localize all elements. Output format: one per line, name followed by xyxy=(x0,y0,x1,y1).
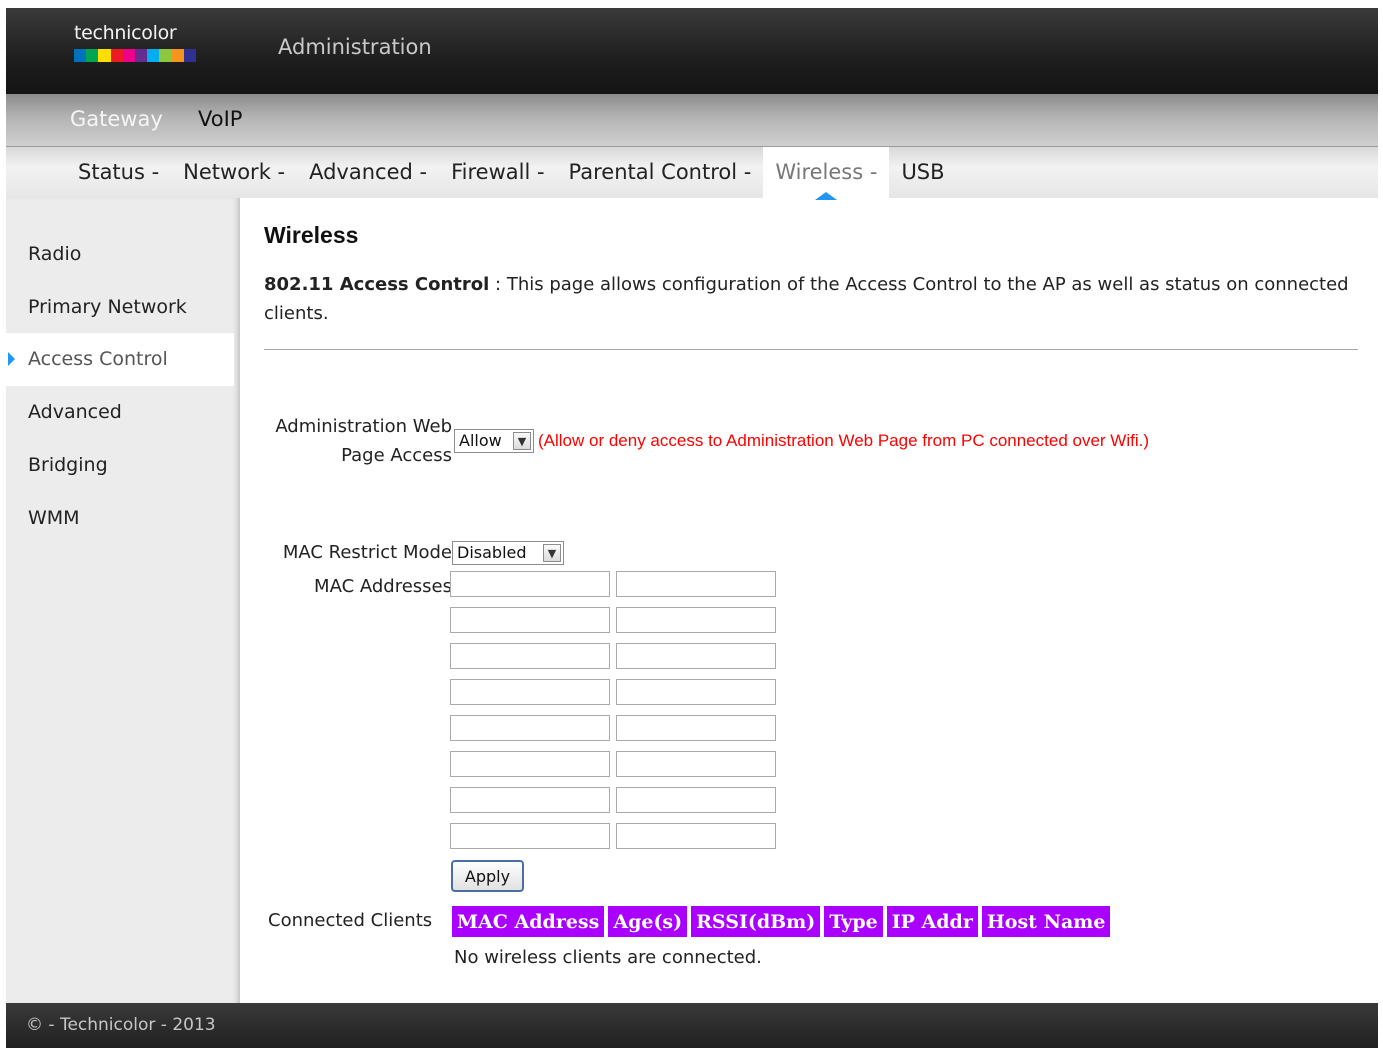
footer: © - Technicolor - 2013 xyxy=(6,1003,1378,1048)
mac-address-input[interactable] xyxy=(616,823,776,849)
tab-parental-control[interactable]: Parental Control - xyxy=(557,147,764,199)
mac-addresses-label: MAC Addresses xyxy=(314,576,452,597)
tab-wireless[interactable]: Wireless - xyxy=(763,147,890,200)
logo-color-segment xyxy=(110,49,123,62)
active-item-arrow-icon xyxy=(8,352,15,366)
sub-nav: Status - Network - Advanced - Firewall -… xyxy=(6,146,1378,200)
mac-address-input[interactable] xyxy=(616,643,776,669)
main-content: Wireless 802.11 Access Control : This pa… xyxy=(264,198,1364,1003)
mac-address-input[interactable] xyxy=(450,607,610,633)
mac-address-input[interactable] xyxy=(616,679,776,705)
technicolor-logo: technicolor xyxy=(74,22,197,62)
column-header-type: Type xyxy=(824,906,883,937)
tab-advanced[interactable]: Advanced - xyxy=(297,147,439,199)
page-title: Wireless xyxy=(264,222,359,248)
no-clients-message: No wireless clients are connected. xyxy=(454,947,762,968)
logo-color-segment xyxy=(183,49,197,62)
top-nav-gateway[interactable]: Gateway xyxy=(70,107,163,131)
sidebar-item-primary-network[interactable]: Primary Network xyxy=(6,281,234,334)
mac-address-input[interactable] xyxy=(616,751,776,777)
mac-address-input[interactable] xyxy=(616,571,776,597)
sidebar-item-access-control[interactable]: Access Control xyxy=(6,333,234,386)
chevron-down-icon[interactable]: ▼ xyxy=(513,432,531,450)
chevron-down-icon[interactable]: ▼ xyxy=(543,544,561,562)
mac-address-input[interactable] xyxy=(450,679,610,705)
divider xyxy=(264,349,1358,350)
admin-access-value: Allow xyxy=(459,431,502,450)
header-bar: technicolor Administration xyxy=(6,8,1378,94)
tab-network[interactable]: Network - xyxy=(171,147,297,199)
tab-usb[interactable]: USB xyxy=(889,147,956,199)
tab-wireless-label: Wireless - xyxy=(775,160,878,184)
admin-access-hint: (Allow or deny access to Administration … xyxy=(538,431,1149,450)
top-nav-voip[interactable]: VoIP xyxy=(198,107,242,131)
logo-color-segment xyxy=(86,49,99,62)
page-description: 802.11 Access Control : This page allows… xyxy=(264,270,1362,328)
mac-address-input[interactable] xyxy=(450,571,610,597)
tab-firewall[interactable]: Firewall - xyxy=(439,147,556,199)
logo-text: technicolor xyxy=(74,22,177,44)
sidebar-item-bridging[interactable]: Bridging xyxy=(6,439,234,492)
logo-color-segment xyxy=(171,49,184,62)
mac-address-input[interactable] xyxy=(616,607,776,633)
apply-button[interactable]: Apply xyxy=(451,860,524,892)
mac-restrict-mode-label: MAC Restrict Mode xyxy=(282,542,452,563)
logo-color-segment xyxy=(98,49,111,62)
mac-address-input[interactable] xyxy=(450,751,610,777)
logo-color-bar xyxy=(74,49,197,62)
description-heading: 802.11 Access Control xyxy=(264,274,490,295)
column-header-ip-addr: IP Addr xyxy=(886,906,978,937)
mac-restrict-mode-value: Disabled xyxy=(457,543,527,562)
top-nav: Gateway VoIP xyxy=(6,94,1378,146)
admin-access-label: Administration Web Page Access xyxy=(275,416,452,466)
logo-color-segment xyxy=(74,49,87,62)
logo-color-segment xyxy=(122,49,136,62)
mac-restrict-mode-select[interactable]: Disabled ▼ xyxy=(452,541,564,565)
mac-address-input[interactable] xyxy=(450,787,610,813)
logo-color-segment xyxy=(135,49,148,62)
mac-address-input[interactable] xyxy=(450,643,610,669)
table-header-row: MAC Address Age(s) RSSI(dBm) Type IP Add… xyxy=(452,906,1111,937)
column-header-host-name: Host Name xyxy=(981,906,1111,937)
tab-status[interactable]: Status - xyxy=(66,147,171,199)
sidebar-item-radio[interactable]: Radio xyxy=(6,228,234,281)
logo-color-segment xyxy=(147,49,160,62)
mac-address-input[interactable] xyxy=(616,715,776,741)
column-header-rssi: RSSI(dBm) xyxy=(691,906,821,937)
mac-address-input[interactable] xyxy=(616,787,776,813)
sidebar-item-label: Access Control xyxy=(28,348,168,370)
mac-address-input[interactable] xyxy=(450,823,610,849)
mac-address-grid xyxy=(450,571,776,849)
sidebar: Radio Primary Network Access Control Adv… xyxy=(6,198,240,1003)
app-frame: technicolor Administration Gateway VoIP … xyxy=(6,8,1378,1048)
header-title: Administration xyxy=(278,35,432,59)
connected-clients-table: MAC Address Age(s) RSSI(dBm) Type IP Add… xyxy=(448,906,1114,937)
logo-color-segment xyxy=(159,49,172,62)
admin-access-select[interactable]: Allow ▼ xyxy=(454,429,534,453)
mac-address-input[interactable] xyxy=(450,715,610,741)
column-header-age: Age(s) xyxy=(608,906,688,937)
sidebar-item-advanced[interactable]: Advanced xyxy=(6,386,234,439)
connected-clients-label: Connected Clients xyxy=(268,910,433,931)
footer-copyright: © - Technicolor - 2013 xyxy=(26,1015,216,1035)
sidebar-item-wmm[interactable]: WMM xyxy=(6,492,234,545)
column-header-mac-address: MAC Address xyxy=(452,906,605,937)
